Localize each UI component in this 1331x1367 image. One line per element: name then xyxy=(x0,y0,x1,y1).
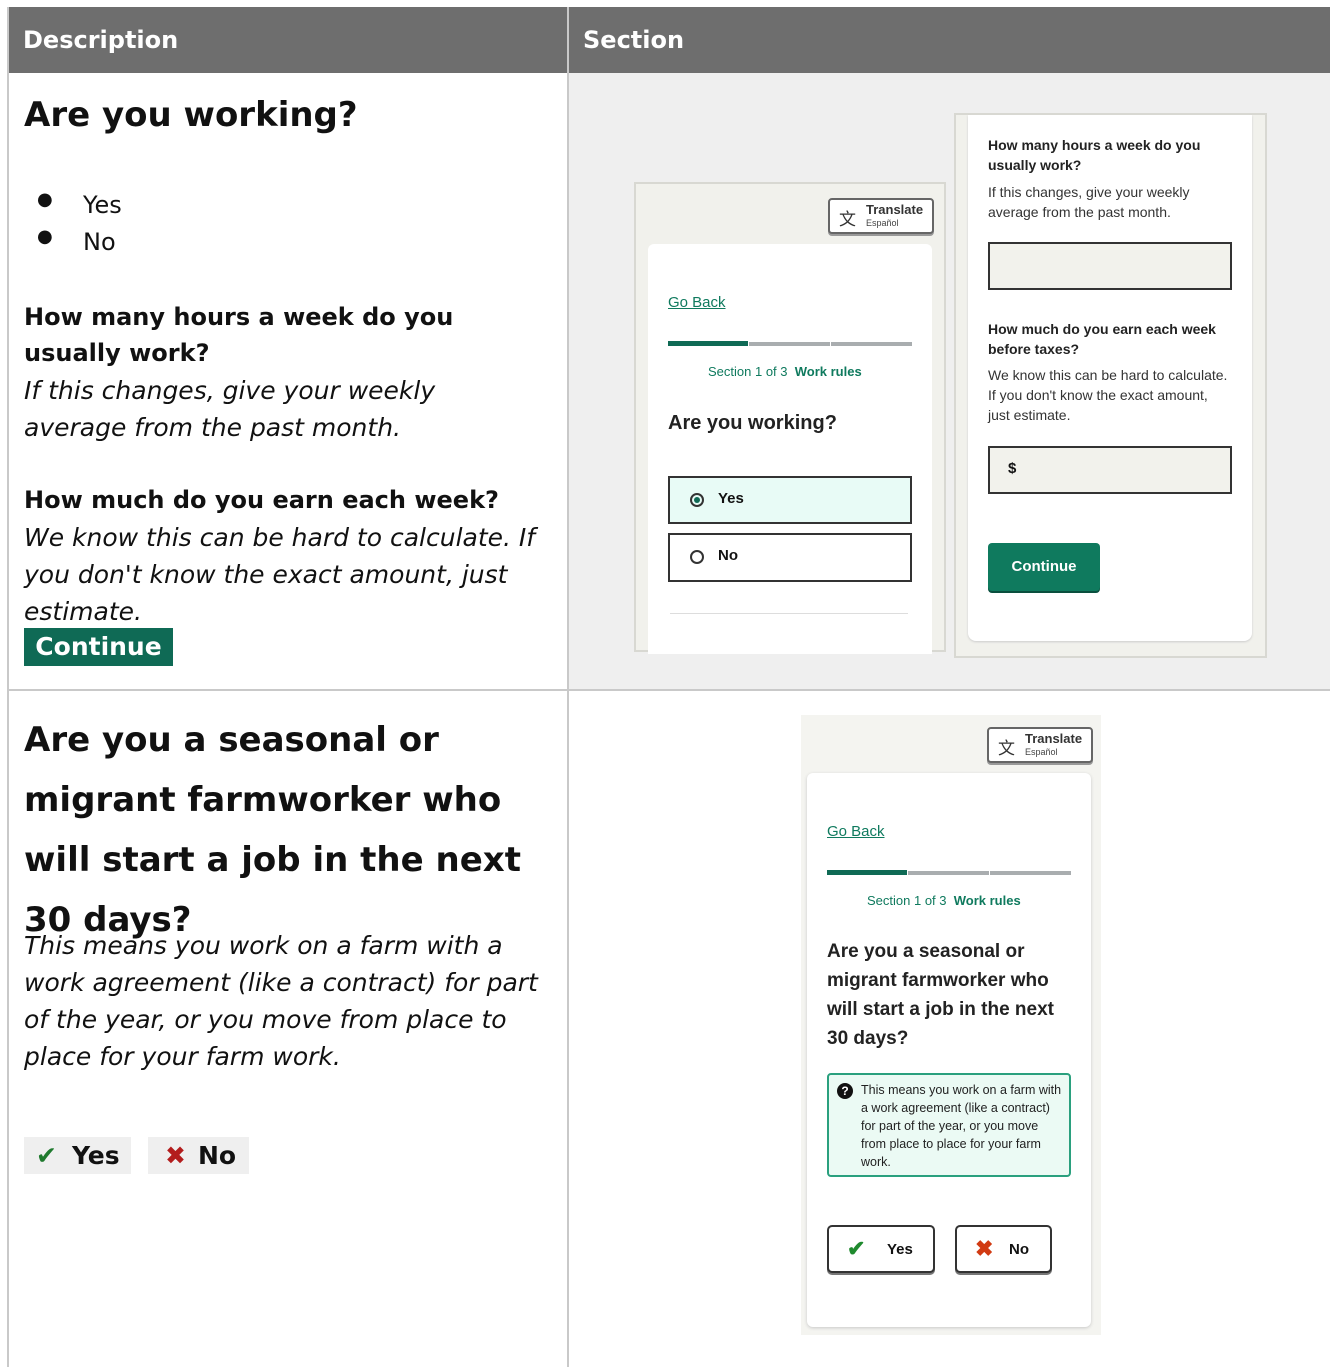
check-icon: ✔ xyxy=(847,1236,866,1261)
mock-hours-question: How many hours a week do you usually wor… xyxy=(988,137,1201,173)
progress-segment xyxy=(908,871,989,875)
earnings-input[interactable]: $ xyxy=(988,446,1232,494)
translate-button[interactable]: 文 Translate Español xyxy=(828,198,934,234)
mock-earn-help: We know this can be hard to calculate. I… xyxy=(988,367,1228,423)
translate-icon: 文 xyxy=(998,739,1015,758)
check-icon: ✔ xyxy=(36,1141,57,1170)
radio-selected-icon xyxy=(690,493,704,507)
mock-no-button[interactable]: ✖ No xyxy=(955,1225,1052,1273)
progress-segment-active xyxy=(827,870,907,875)
progress-segment-active xyxy=(668,341,748,346)
radio-yes[interactable]: Yes xyxy=(668,476,912,524)
mock-phone-working: 文 Translate Español Go Back Section 1 of… xyxy=(634,182,946,654)
mock-card-farmworker: Go Back Section 1 of 3 Work rules Are yo… xyxy=(807,773,1091,1327)
progress-segment xyxy=(831,342,912,346)
row1-hours-help: If this changes, give your weekly averag… xyxy=(24,376,436,442)
row2-yes-option[interactable]: ✔ Yes xyxy=(24,1137,131,1174)
row1-section-preview: 文 Translate Español Go Back Section 1 of… xyxy=(569,73,1330,689)
cross-icon: ✖ xyxy=(165,1141,186,1170)
row2-section-preview: 文 Translate Español Go Back Section 1 of… xyxy=(569,691,1330,1367)
row1-continue-button[interactable]: Continue xyxy=(24,628,173,666)
section-indicator: Section 1 of 3 Work rules xyxy=(708,364,862,379)
row1-hours-question: How many hours a week do you usually wor… xyxy=(24,303,454,367)
progress-segment xyxy=(749,342,830,346)
header-description: Description xyxy=(9,7,567,73)
mock-earn-question: How much do you earn each week before ta… xyxy=(988,321,1216,357)
mock-phone-hours: How many hours a week do you usually wor… xyxy=(954,113,1267,658)
go-back-link-2[interactable]: Go Back xyxy=(827,823,885,840)
x-icon: ✖ xyxy=(975,1236,994,1261)
mock-yes-button[interactable]: ✔ Yes xyxy=(827,1225,935,1273)
row2-question: Are you a seasonal or migrant farmworker… xyxy=(24,720,521,940)
radio-no[interactable]: No xyxy=(668,533,912,582)
section-indicator-2: Section 1 of 3 Work rules xyxy=(867,893,1021,908)
mock-continue-button[interactable]: Continue xyxy=(988,543,1100,591)
row1-earn-help: We know this can be hard to calculate. I… xyxy=(24,523,536,626)
row1-question: Are you working? xyxy=(24,95,358,135)
mock-card-hours: How many hours a week do you usually wor… xyxy=(968,115,1252,641)
mock-hours-help: If this changes, give your weekly averag… xyxy=(988,184,1190,220)
translate-icon: 文 xyxy=(839,210,856,229)
radio-empty-icon xyxy=(690,550,704,564)
mock-card: Go Back Section 1 of 3 Work rules Are yo… xyxy=(648,244,932,654)
translate-button-2[interactable]: 文 Translate Español xyxy=(987,727,1093,763)
go-back-link[interactable]: Go Back xyxy=(668,294,726,311)
mock-farmworker-question: Are you a seasonal or migrant farmworker… xyxy=(827,941,1054,1049)
hours-input[interactable] xyxy=(988,242,1232,290)
row2-no-option[interactable]: ✖ No xyxy=(148,1137,249,1174)
progress-segment xyxy=(990,871,1071,875)
header-section: Section xyxy=(569,7,1330,73)
row2-help: This means you work on a farm with a wor… xyxy=(24,931,538,1071)
content-table: Description Section Are you working? ● Y… xyxy=(7,7,1330,1367)
mock-question: Are you working? xyxy=(668,412,837,434)
divider xyxy=(670,613,908,614)
mock-phone-farmworker: 文 Translate Español Go Back Section 1 of… xyxy=(801,715,1101,1335)
hint-box: ? This means you work on a farm with a w… xyxy=(827,1073,1071,1177)
row1-earn-question: How much do you earn each week? xyxy=(24,486,499,514)
question-circle-icon: ? xyxy=(837,1083,853,1099)
